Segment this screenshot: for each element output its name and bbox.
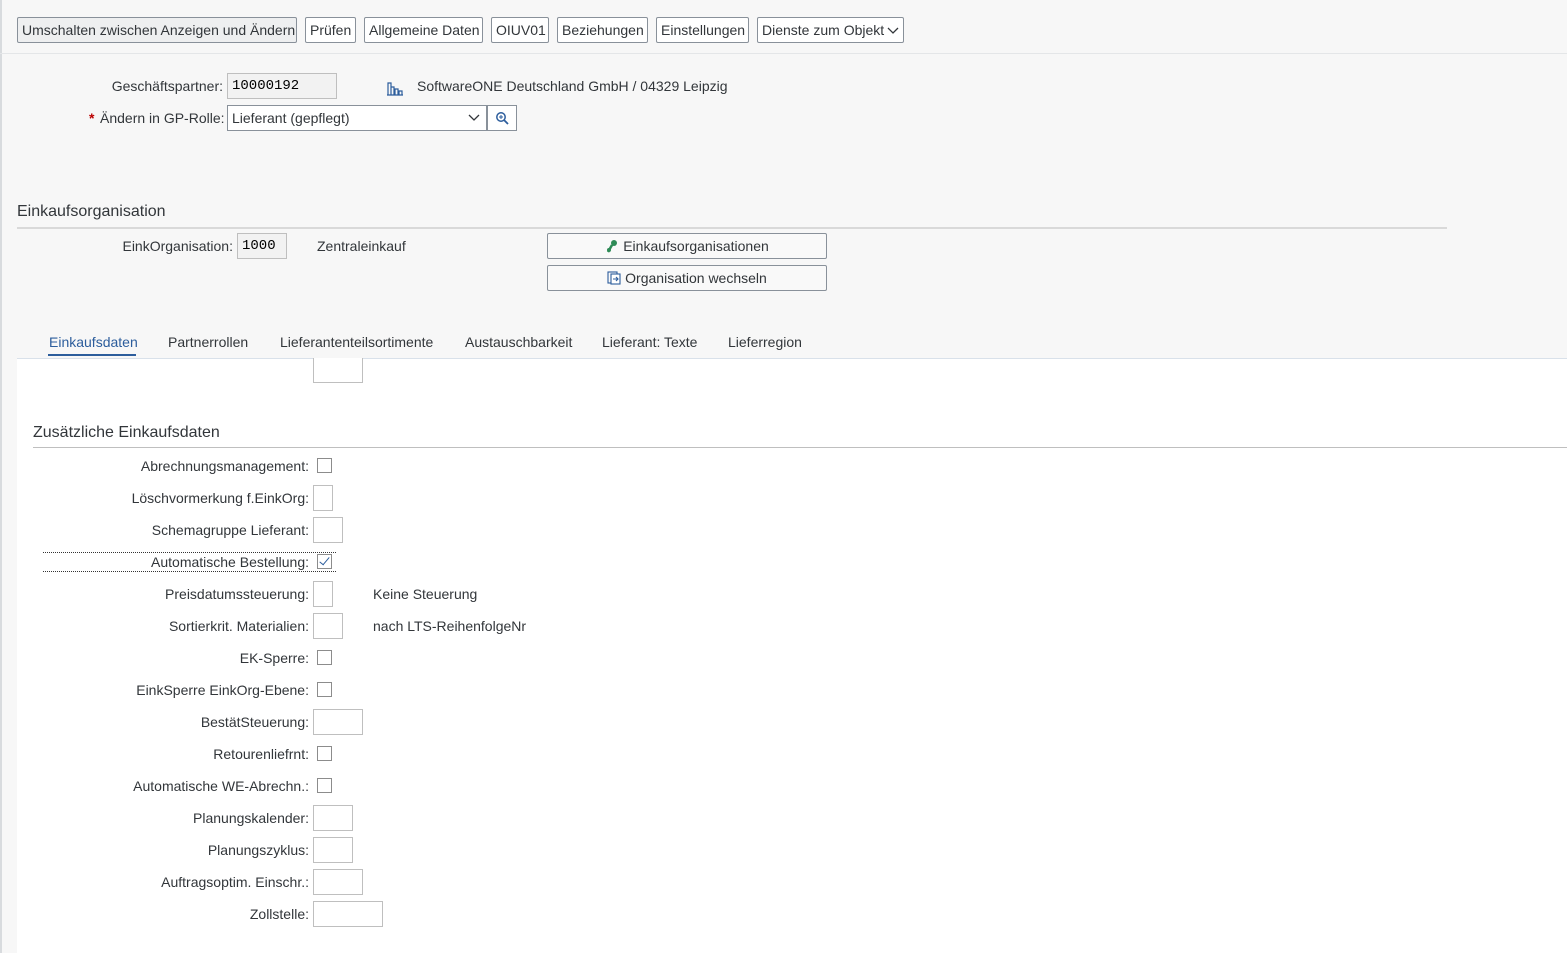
tab-lieferant-texte[interactable]: Lieferant: Texte	[602, 334, 697, 350]
row-label-zollstelle: Zollstelle:	[249, 906, 309, 922]
role-select-value: Lieferant (gepflegt)	[232, 110, 350, 126]
row-label-abrechnungsmanagement: Abrechnungsmanagement:	[140, 458, 309, 474]
services-for-object-label: Dienste zum Objekt	[762, 22, 885, 38]
row-label-bestaetsteuerung: BestätSteuerung:	[200, 714, 309, 730]
planungskalender-field[interactable]	[313, 805, 353, 831]
org-section-divider	[17, 227, 1447, 229]
sortierkrit-field[interactable]	[313, 613, 343, 639]
general-data-button[interactable]: Allgemeine Daten	[364, 17, 483, 43]
row-label-automatische-bestellung: Automatische Bestellung:	[151, 554, 309, 570]
relationships-button[interactable]: Beziehungen	[557, 17, 648, 43]
row-label-ek-sperre: EK-Sperre:	[239, 650, 309, 666]
partner-label: Geschäftspartner:	[111, 78, 223, 94]
toggle-display-change-button[interactable]: Umschalten zwischen Anzeigen und Ändern	[17, 17, 297, 43]
toolbar: Umschalten zwischen Anzeigen und Ändern …	[0, 0, 1567, 54]
switch-organization-button[interactable]: Organisation wechseln	[547, 265, 827, 291]
purchasing-orgs-button[interactable]: Einkaufsorganisationen	[547, 233, 827, 259]
switch-icon	[607, 271, 621, 285]
chevron-down-icon	[468, 114, 480, 121]
required-indicator: *	[89, 110, 95, 126]
row-label-sortierkrit: Sortierkrit. Materialien:	[168, 618, 309, 634]
additional-section-divider	[33, 447, 1567, 448]
settings-button[interactable]: Einstellungen	[656, 17, 749, 43]
role-select[interactable]: Lieferant (gepflegt)	[227, 105, 487, 131]
zollstelle-field[interactable]	[313, 901, 383, 927]
row-label-auftragsoptim: Auftragsoptim. Einschr.:	[161, 874, 309, 890]
tab-austauschbarkeit[interactable]: Austauschbarkeit	[465, 334, 572, 350]
partner-description: SoftwareONE Deutschland GmbH / 04329 Lei…	[417, 78, 728, 94]
check-button[interactable]: Prüfen	[305, 17, 356, 43]
row-label-loeschvormerkung: Löschvormerkung f.EinkOrg:	[131, 490, 309, 506]
row-label-preisdatumssteuerung: Preisdatumssteuerung:	[165, 586, 309, 602]
switch-organization-label: Organisation wechseln	[625, 270, 767, 286]
row-label-automatische-we-abrechn: Automatische WE-Abrechn.:	[133, 778, 309, 794]
org-section-title: Einkaufsorganisation	[17, 203, 166, 220]
automatische-bestellung-checkbox[interactable]	[317, 554, 332, 569]
row-label-planungszyklus: Planungszyklus:	[207, 842, 309, 858]
oiuv01-button[interactable]: OIUV01	[491, 17, 549, 43]
organization-icon	[607, 240, 618, 253]
preisdatumssteuerung-description: Keine Steuerung	[373, 586, 478, 602]
row-label-retourenliefrnt: Retourenliefrnt:	[213, 746, 309, 762]
active-tab-indicator	[48, 354, 136, 356]
building-icon	[387, 82, 403, 96]
eink-org-description: Zentraleinkauf	[317, 238, 406, 254]
additional-section-title: Zusätzliche Einkaufsdaten	[33, 424, 220, 441]
tab-lieferregion[interactable]: Lieferregion	[728, 334, 802, 350]
retourenliefrnt-checkbox[interactable]	[317, 746, 332, 761]
services-for-object-button[interactable]: Dienste zum Objekt	[757, 17, 904, 43]
preisdatumssteuerung-field[interactable]	[313, 581, 333, 607]
row-label-schemagruppe: Schemagruppe Lieferant:	[151, 522, 309, 538]
row-label-einksperre-einkorg: EinkSperre EinkOrg-Ebene:	[136, 682, 309, 698]
role-label: Ändern in GP-Rolle:	[100, 110, 225, 126]
chevron-down-icon	[887, 27, 899, 34]
planungszyklus-field[interactable]	[313, 837, 353, 863]
einksperre-einkorg-checkbox[interactable]	[317, 682, 332, 697]
tab-partnerrollen[interactable]: Partnerrollen	[168, 334, 248, 350]
automatische-we-abrechn-checkbox[interactable]	[317, 778, 332, 793]
purchasing-orgs-label: Einkaufsorganisationen	[623, 238, 769, 254]
role-search-button[interactable]	[487, 105, 517, 131]
loeschvormerkung-field[interactable]	[313, 485, 333, 511]
row-label-planungskalender: Planungskalender:	[193, 810, 309, 826]
tab-lieferantenteilsortimente[interactable]: Lieferantenteilsortimente	[280, 334, 433, 350]
eink-org-label: EinkOrganisation:	[122, 238, 233, 254]
left-border	[0, 0, 2, 953]
tab-einkaufsdaten[interactable]: Einkaufsdaten	[49, 334, 138, 350]
auftragsoptim-field[interactable]	[313, 869, 363, 895]
abrechnungsmanagement-checkbox[interactable]	[317, 458, 332, 473]
eink-org-field[interactable]: 1000	[237, 233, 287, 259]
schemagruppe-field[interactable]	[313, 517, 343, 543]
search-icon	[496, 112, 509, 125]
bestaetsteuerung-field[interactable]	[313, 709, 363, 735]
sortierkrit-description: nach LTS-ReihenfolgeNr	[373, 618, 527, 634]
clipped-field[interactable]	[313, 358, 363, 383]
ek-sperre-checkbox[interactable]	[317, 650, 332, 665]
partner-field[interactable]: 10000192	[227, 73, 337, 99]
